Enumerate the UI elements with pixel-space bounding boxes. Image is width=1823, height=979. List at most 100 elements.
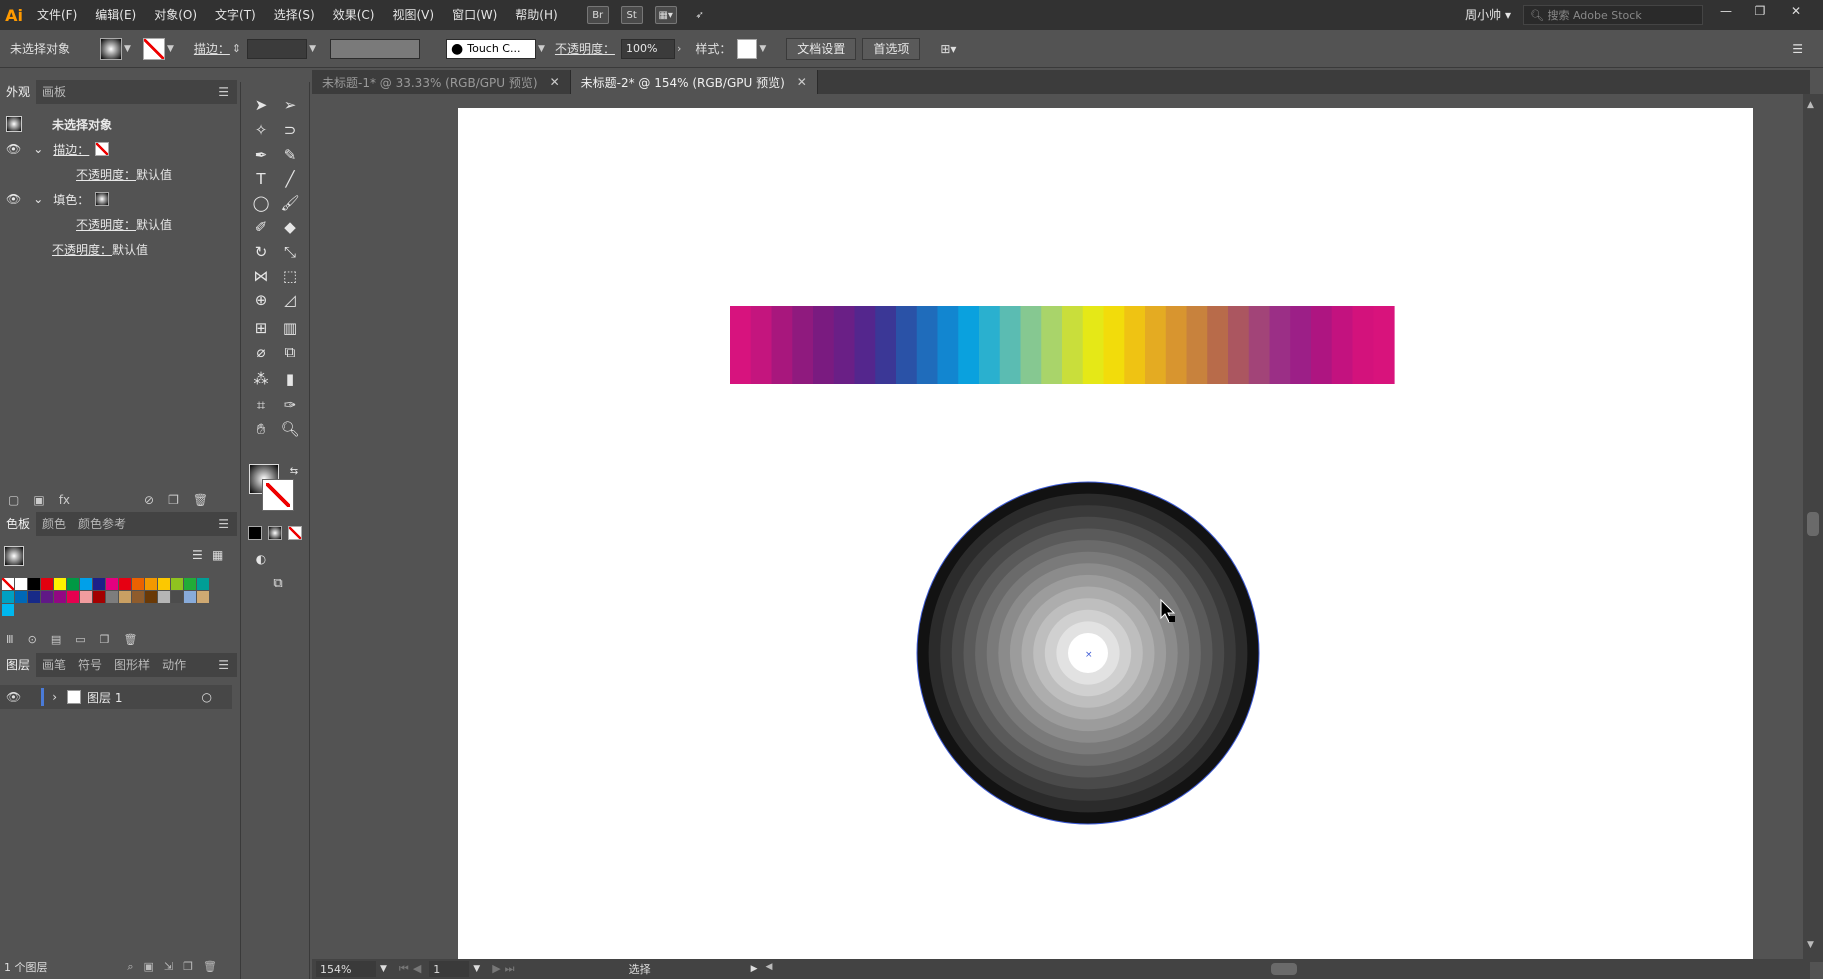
type-tool-icon[interactable]: T — [248, 168, 274, 190]
eye-icon[interactable]: 👁︎ — [6, 690, 21, 704]
layer-name[interactable]: 图层 1 — [87, 689, 122, 706]
menu-window[interactable]: 窗口(W) — [443, 0, 506, 30]
shape-builder-icon[interactable]: ⊕ — [248, 289, 274, 311]
swap-colors-icon[interactable]: ⇆ — [281, 460, 307, 482]
bridge-button[interactable]: Br — [586, 6, 609, 24]
menu-select[interactable]: 选择(S) — [265, 0, 324, 30]
screen-mode-icon[interactable]: ⧉ — [265, 572, 291, 594]
color-swatch[interactable] — [106, 578, 118, 590]
trash-icon[interactable]: 🗑︎ — [124, 633, 138, 646]
tab-layers[interactable]: 图层 — [0, 653, 37, 677]
blend-tool-icon[interactable]: ⧉ — [277, 341, 303, 363]
tab-color-guide[interactable]: 颜色参考 — [72, 512, 132, 536]
tab-document-2[interactable]: 未标题-2* @ 154% (RGB/GPU 预览) ✕ — [570, 70, 818, 94]
color-mode-icon[interactable] — [248, 526, 262, 540]
stroke-weight-field[interactable] — [247, 38, 308, 59]
perspective-grid-icon[interactable]: ◿ — [277, 289, 303, 311]
new-swatch-icon[interactable]: ❐ — [100, 633, 110, 646]
stroke-color-box[interactable] — [263, 480, 293, 510]
fill-swatch[interactable] — [95, 192, 110, 206]
add-stroke-icon[interactable]: ▢ — [8, 493, 19, 507]
swatch-library-icon[interactable]: Ⅲ — [6, 633, 14, 646]
selection-tool-icon[interactable]: ➤ — [248, 94, 274, 116]
stroke-opacity-label[interactable]: 不透明度： — [76, 166, 136, 183]
grid-view-icon[interactable]: ▦ — [212, 548, 223, 562]
color-swatch[interactable] — [132, 578, 144, 590]
paintbrush-icon[interactable]: 🖌︎ — [277, 192, 303, 214]
eye-icon[interactable]: 👁︎ — [6, 142, 21, 156]
panel-menu-icon[interactable]: ☰ — [218, 85, 229, 99]
slice-tool-icon[interactable]: ✑ — [277, 394, 303, 416]
horizontal-scrollbar[interactable]: ◀ — [766, 961, 1616, 977]
scroll-thumb[interactable] — [1270, 963, 1297, 975]
panel-options-icon[interactable]: ☰ — [1792, 42, 1803, 56]
menu-object[interactable]: 对象(O) — [145, 0, 206, 30]
chevron-down-icon[interactable]: ▼ — [380, 964, 387, 974]
color-swatch[interactable] — [184, 578, 196, 590]
draw-mode-icon[interactable]: ◐ — [248, 548, 274, 570]
arrange-icon[interactable]: ⊞▾ — [940, 42, 956, 56]
add-fill-icon[interactable]: ▣ — [33, 493, 44, 507]
none-mode-icon[interactable] — [288, 526, 302, 540]
brush-field[interactable]: ● Touch C... — [446, 38, 537, 59]
color-swatch[interactable] — [15, 578, 27, 590]
eye-icon[interactable]: 👁︎ — [6, 192, 21, 206]
close-icon[interactable]: ✕ — [1779, 0, 1813, 22]
chevron-down-icon[interactable]: ⌄ — [33, 192, 43, 206]
panel-menu-icon[interactable]: ☰ — [218, 658, 229, 672]
tab-appearance[interactable]: 外观 — [0, 80, 37, 104]
symbol-sprayer-icon[interactable]: ⁂ — [248, 368, 274, 390]
stroke-row-label[interactable]: 描边： — [53, 141, 89, 158]
color-swatch[interactable] — [197, 578, 209, 590]
sync-icon[interactable]: ➶ — [689, 6, 711, 24]
color-swatch[interactable] — [41, 578, 53, 590]
mesh-tool-icon[interactable]: ⊞ — [248, 317, 274, 339]
zoom-tool-icon[interactable]: 🔍︎ — [277, 418, 303, 440]
stock-search-input[interactable]: 🔍︎ 搜索 Adobe Stock — [1523, 5, 1703, 25]
menu-file[interactable]: 文件(F) — [28, 0, 86, 30]
color-swatch[interactable] — [28, 578, 40, 590]
hand-tool-icon[interactable]: ✋︎ — [248, 418, 274, 440]
new-color-group-icon[interactable]: ▤ — [51, 633, 61, 646]
object-opacity-label[interactable]: 不透明度： — [52, 241, 112, 258]
chevron-down-icon[interactable]: ▼ — [538, 44, 545, 54]
tab-symbols[interactable]: 符号 — [72, 653, 108, 677]
artboard[interactable]: × — [458, 108, 1753, 959]
gradient-mode-icon[interactable] — [268, 526, 282, 540]
color-swatch[interactable] — [54, 591, 66, 603]
artboard-tool-icon[interactable]: ⌗ — [248, 394, 274, 416]
gradient-tool-icon[interactable]: ▥ — [277, 317, 303, 339]
chevron-down-icon[interactable]: ⌄ — [33, 142, 43, 156]
free-transform-icon[interactable]: ⬚ — [277, 265, 303, 287]
duplicate-icon[interactable]: ❐ — [168, 493, 179, 507]
tab-artboards[interactable]: 画板 — [36, 80, 72, 104]
color-swatch[interactable] — [2, 604, 14, 616]
opacity-label[interactable]: 不透明度： — [555, 40, 615, 57]
color-swatch[interactable] — [28, 591, 40, 603]
shaper-tool-icon[interactable]: ✐ — [248, 216, 274, 238]
color-swatch[interactable] — [119, 578, 131, 590]
color-swatch[interactable] — [67, 591, 79, 603]
menu-view[interactable]: 视图(V) — [383, 0, 443, 30]
scroll-down-icon[interactable]: ▼ — [1807, 940, 1814, 950]
minimize-icon[interactable]: — — [1709, 0, 1743, 22]
tab-document-1[interactable]: 未标题-1* @ 33.33% (RGB/GPU 预览) ✕ — [312, 70, 571, 94]
tab-brushes[interactable]: 画笔 — [36, 653, 72, 677]
panel-menu-icon[interactable]: ☰ — [218, 517, 229, 531]
color-swatch[interactable] — [41, 591, 53, 603]
tab-color[interactable]: 颜色 — [36, 512, 72, 536]
color-swatch[interactable] — [2, 591, 14, 603]
list-view-icon[interactable]: ☰ — [192, 548, 203, 562]
fill-swatch[interactable] — [4, 546, 24, 566]
document-setup-button[interactable]: 文档设置 — [786, 37, 857, 60]
chevron-down-icon[interactable]: ▼ — [473, 964, 480, 974]
vertical-scrollbar[interactable]: ▲ ▼ — [1803, 94, 1823, 962]
scroll-left-icon[interactable]: ◀ — [766, 962, 773, 972]
chevron-right-icon[interactable]: › — [677, 42, 681, 55]
color-swatch[interactable] — [80, 578, 92, 590]
last-artboard-icon[interactable]: ▶⏭ — [492, 962, 518, 976]
chevron-down-icon[interactable]: ▼ — [759, 44, 766, 54]
zoom-field[interactable]: 154% — [316, 961, 376, 977]
opacity-field[interactable]: 100% — [620, 38, 675, 59]
tab-graphic-styles[interactable]: 图形样 — [108, 653, 156, 677]
